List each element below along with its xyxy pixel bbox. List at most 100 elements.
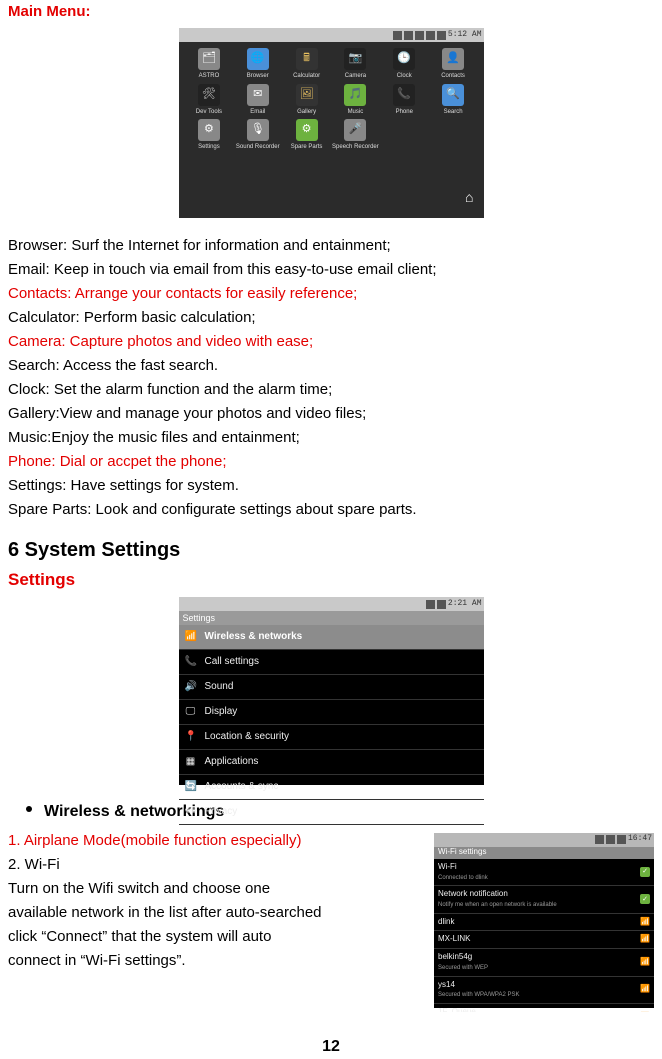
home-icon[interactable]: ⌂ — [465, 186, 473, 208]
wifi-signal-icon: 📶 — [640, 933, 650, 946]
description-line: Email: Keep in touch via email from this… — [8, 258, 654, 282]
wifi-row-title: ys14 — [438, 979, 640, 992]
settings-row-location-security[interactable]: 📍 Location & security — [179, 725, 484, 750]
app-search[interactable]: 🔍 Search — [429, 84, 478, 118]
settings-row-label: Accounts & sync — [205, 779, 279, 795]
status-time: 5:12 AM — [448, 29, 482, 42]
app-label: Browser — [247, 72, 269, 82]
app-speech-recorder[interactable]: 🎤Speech Recorder — [331, 119, 380, 153]
app-email[interactable]: ✉Email — [233, 84, 282, 118]
wifi-row-subtitle: Secured with WPA/WPA2 PSK — [438, 991, 640, 1001]
apps-icon: ▦ — [185, 754, 197, 770]
app-sound-recorder[interactable]: 🎙Sound Recorder — [233, 119, 282, 153]
calculator-icon: 🖩 — [296, 48, 318, 70]
settings-screen-title: Settings — [179, 611, 484, 625]
wifi-row[interactable]: ys14Secured with WPA/WPA2 PSK📶 — [434, 977, 654, 1004]
app-phone[interactable]: 📞Phone — [380, 84, 429, 118]
display-icon: 🖵 — [185, 704, 197, 720]
screenshot-settings: 2:21 AM Settings 📶Wireless & networks📞Ca… — [179, 597, 484, 785]
settings-row-privacy[interactable]: 🕶 Privacy — [179, 800, 484, 825]
search-icon: 🔍 — [442, 84, 464, 106]
privacy-icon: 🕶 — [185, 804, 197, 820]
music-icon: 🎵 — [344, 84, 366, 106]
settings-row-applications[interactable]: ▦ Applications — [179, 750, 484, 775]
settings-row-label: Call settings — [205, 654, 259, 670]
app-settings[interactable]: ⚙ Settings — [185, 119, 234, 153]
app-label: Settings — [198, 143, 220, 153]
wifi-signal-icon: 📶 — [640, 956, 650, 969]
wifi-row[interactable]: belkin54gSecured with WEP📶 — [434, 949, 654, 976]
wifi-row[interactable]: Wi-FiConnected to dlink✓ — [434, 859, 654, 886]
wifi-signal-icon: 📶 — [640, 1011, 650, 1012]
app-calculator[interactable]: 🖩 Calculator — [282, 48, 331, 82]
settings-row-label: Location & security — [205, 729, 290, 745]
app-label: Search — [444, 108, 463, 118]
wifi-row-title: belkin54g — [438, 951, 640, 964]
settings-row-wireless-networks[interactable]: 📶Wireless & networks — [179, 625, 484, 650]
screenshot-main-menu: 5:12 AM 🗂ASTRO 🌐 Browser 🖩 Calculator 📷Camera… — [179, 28, 484, 218]
app-music[interactable]: 🎵 Music — [331, 84, 380, 118]
app-label: Spare Parts — [291, 143, 323, 153]
app-camera[interactable]: 📷Camera — [331, 48, 380, 82]
wifi-row[interactable]: MX-LINK📶 — [434, 931, 654, 949]
status-icon — [426, 31, 435, 40]
settings-row-label: Privacy — [205, 804, 238, 820]
wifi-row[interactable]: Network notificationNotify me when an op… — [434, 886, 654, 913]
app-label: Contacts — [441, 72, 465, 82]
page-number: 12 — [8, 1034, 654, 1059]
app-clock[interactable]: 🕒 Clock — [380, 48, 429, 82]
wifi-row-title: dlink — [438, 916, 640, 929]
description-line: Music:Enjoy the music files and entainme… — [8, 426, 654, 450]
status-time: 2:21 AM — [448, 598, 482, 611]
description-line: Search: Access the fast search. — [8, 354, 654, 378]
app-gallery[interactable]: 🖼Gallery — [282, 84, 331, 118]
app-dev-tools[interactable]: 🛠Dev Tools — [185, 84, 234, 118]
app-astro[interactable]: 🗂ASTRO — [185, 48, 234, 82]
wifi-row[interactable]: dlink📶 — [434, 914, 654, 932]
system-settings-heading: 6 System Settings — [8, 534, 654, 566]
settings-icon: ⚙ — [198, 119, 220, 141]
wifi-row-subtitle: Connected to dlink — [438, 874, 640, 884]
app-label: Sound Recorder — [236, 143, 280, 153]
app-label: Speech Recorder — [332, 143, 379, 153]
app-contacts[interactable]: 👤 Contacts — [429, 48, 478, 82]
app-label: Calculator — [293, 72, 320, 82]
wifi-row-subtitle: Secured with WEP — [438, 964, 640, 974]
wifi-signal-icon: 📶 — [640, 983, 650, 996]
app-browser[interactable]: 🌐 Browser — [233, 48, 282, 82]
status-icon — [393, 31, 402, 40]
settings-row-label: Applications — [205, 754, 259, 770]
spareparts-icon: ⚙ — [296, 119, 318, 141]
settings-row-sound[interactable]: 🔊Sound — [179, 675, 484, 700]
app-spare-parts[interactable]: ⚙ Spare Parts — [282, 119, 331, 153]
status-bar: 2:21 AM — [179, 597, 484, 611]
settings-row-accounts-sync[interactable]: 🔄 Accounts & sync — [179, 775, 484, 800]
settings-row-call-settings[interactable]: 📞Call settings — [179, 650, 484, 675]
settings-row-display[interactable]: 🖵 Display — [179, 700, 484, 725]
email-icon: ✉ — [247, 84, 269, 106]
status-icon — [404, 31, 413, 40]
checkmark-icon: ✓ — [640, 894, 650, 904]
app-label: Gallery — [297, 108, 316, 118]
sync-icon: 🔄 — [185, 779, 197, 795]
contacts-icon: 👤 — [442, 48, 464, 70]
app-label: Clock — [397, 72, 412, 82]
status-icon — [437, 31, 446, 40]
settings-row-label: Display — [205, 704, 238, 720]
clock-icon: 🕒 — [393, 48, 415, 70]
status-icon — [437, 600, 446, 609]
devtools-icon: 🛠 — [198, 84, 220, 106]
bullet-dot-icon — [26, 806, 32, 812]
location-icon: 📍 — [185, 729, 197, 745]
app-label: Camera — [345, 72, 366, 82]
status-icon — [617, 835, 626, 844]
status-icon — [595, 835, 604, 844]
description-line: Clock: Set the alarm function and the al… — [8, 378, 654, 402]
wifi-row[interactable]: 1F_QueueSecured with WEP📶 — [434, 1004, 654, 1012]
wifi-row-title: MX-LINK — [438, 933, 640, 946]
app-label: Music — [348, 108, 364, 118]
settings-subheading: Settings — [8, 566, 654, 593]
wifi-signal-icon: 📶 — [640, 916, 650, 929]
browser-icon: 🌐 — [247, 48, 269, 70]
checkmark-icon: ✓ — [640, 867, 650, 877]
